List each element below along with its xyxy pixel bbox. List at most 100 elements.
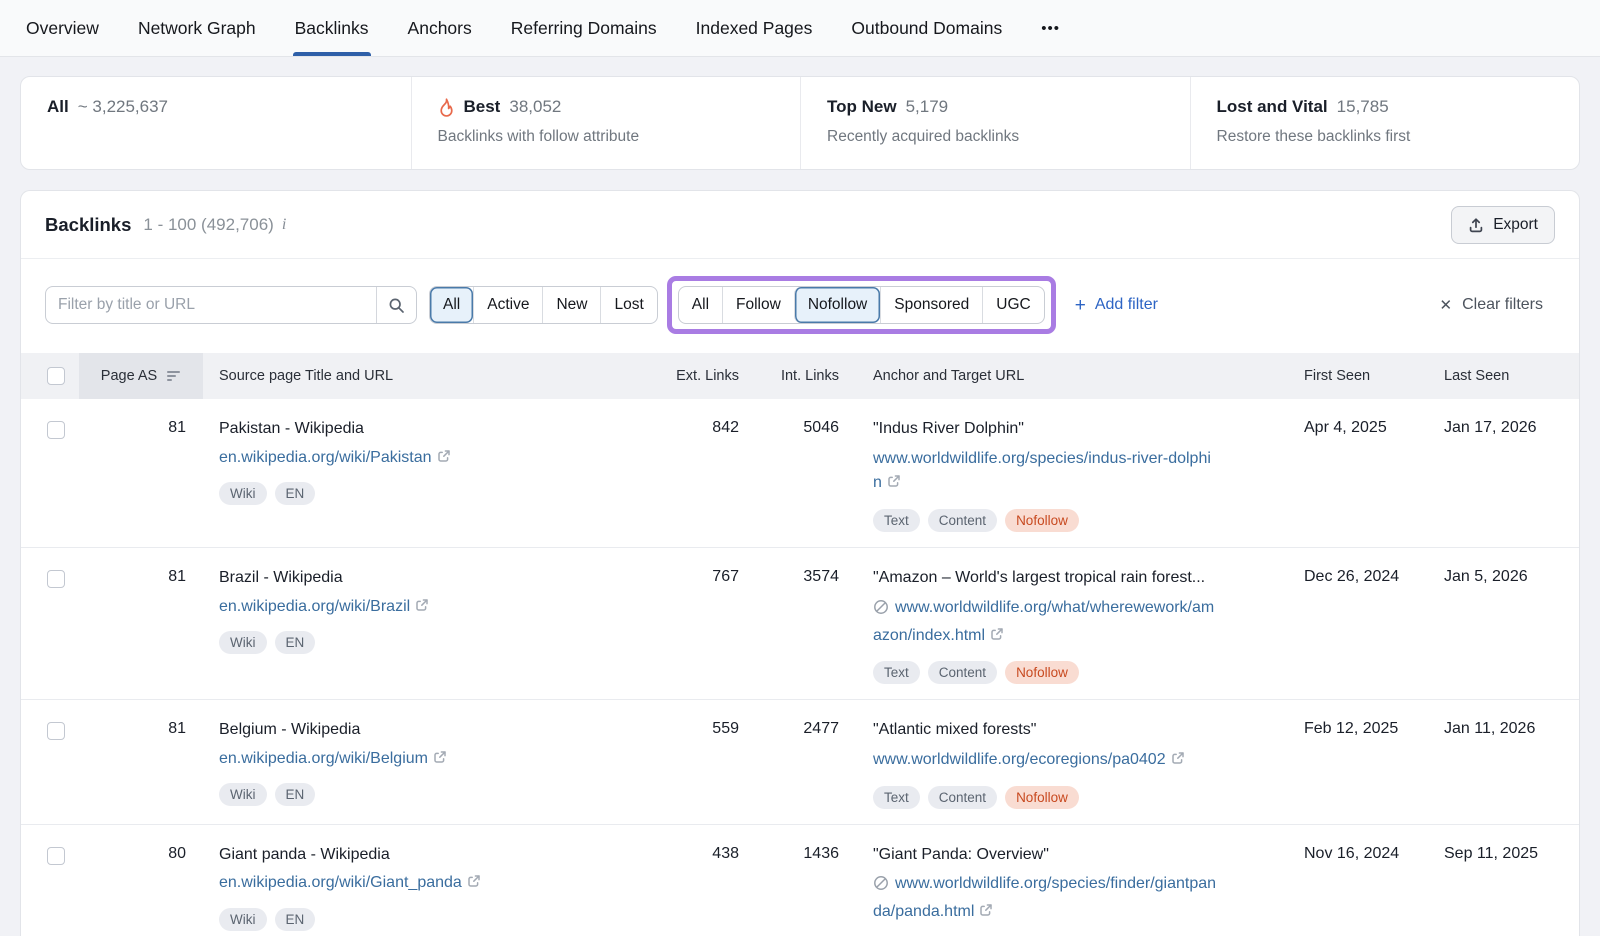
follow-filter-ugc[interactable]: UGC <box>982 287 1043 323</box>
source-url-link[interactable]: en.wikipedia.org/wiki/Giant_panda <box>219 874 462 891</box>
source-page-title: Belgium - Wikipedia <box>219 719 631 741</box>
add-filter-label: Add filter <box>1095 296 1158 314</box>
flame-icon <box>438 98 455 117</box>
table-row: 81 Pakistan - Wikipedia en.wikipedia.org… <box>21 399 1579 548</box>
search-button[interactable] <box>376 287 416 323</box>
status-filter-new[interactable]: New <box>542 287 600 323</box>
target-url-link[interactable]: www.worldwildlife.org/species/finder/gia… <box>873 875 1216 920</box>
nofollow-badge: Nofollow <box>1005 786 1079 809</box>
target-url-link[interactable]: www.worldwildlife.org/species/indus-rive… <box>873 450 1211 492</box>
ext-links-value: 559 <box>655 719 739 738</box>
int-links-value: 3574 <box>739 567 839 586</box>
row-checkbox[interactable] <box>47 570 65 588</box>
column-first-seen[interactable]: First Seen <box>1271 353 1411 399</box>
source-tag: EN <box>275 783 316 806</box>
follow-filter-all[interactable]: All <box>679 287 722 323</box>
nofollow-badge: Nofollow <box>1005 661 1079 684</box>
card-value: 38,052 <box>509 97 561 117</box>
upload-icon <box>1468 217 1484 233</box>
link-type-tag: Content <box>928 786 997 809</box>
source-url-link[interactable]: en.wikipedia.org/wiki/Brazil <box>219 598 410 615</box>
source-page-title: Giant panda - Wikipedia <box>219 844 631 866</box>
card-subtitle: Backlinks with follow attribute <box>438 128 775 146</box>
search-icon <box>388 297 405 314</box>
nofollow-slash-icon <box>873 875 889 900</box>
card-top-new[interactable]: Top New 5,179 Recently acquired backlink… <box>800 77 1190 169</box>
info-icon[interactable]: i <box>282 216 286 234</box>
tab-backlinks[interactable]: Backlinks <box>295 0 369 56</box>
external-link-icon <box>887 472 901 497</box>
column-ext-links[interactable]: Ext. Links <box>655 353 739 399</box>
column-int-links[interactable]: Int. Links <box>739 353 839 399</box>
highlight-box: All Follow Nofollow Sponsored UGC <box>667 276 1056 334</box>
row-checkbox[interactable] <box>47 722 65 740</box>
last-seen-value: Jan 17, 2026 <box>1411 418 1579 437</box>
page-as-value: 81 <box>79 567 203 586</box>
last-seen-value: Jan 11, 2026 <box>1411 719 1579 738</box>
target-url-link[interactable]: www.worldwildlife.org/ecoregions/pa0402 <box>873 751 1166 768</box>
tab-anchors[interactable]: Anchors <box>408 0 472 56</box>
table-row: 81 Brazil - Wikipedia en.wikipedia.org/w… <box>21 548 1579 700</box>
table-header: Page AS Source page Title and URL Ext. L… <box>21 353 1579 399</box>
follow-filter-sponsored[interactable]: Sponsored <box>880 287 982 323</box>
column-anchor[interactable]: Anchor and Target URL <box>839 353 1271 399</box>
sort-descending-icon <box>166 370 181 382</box>
int-links-value: 2477 <box>739 719 839 738</box>
first-seen-value: Dec 26, 2024 <box>1271 567 1411 586</box>
clear-filters-label: Clear filters <box>1462 296 1543 314</box>
table-row: 80 Giant panda - Wikipedia en.wikipedia.… <box>21 825 1579 936</box>
search-input[interactable] <box>46 287 376 323</box>
nofollow-slash-icon <box>873 599 889 624</box>
source-page-title: Pakistan - Wikipedia <box>219 418 631 440</box>
result-range: 1 - 100 (492,706) <box>143 215 273 235</box>
panel-header: Backlinks 1 - 100 (492,706) i Export <box>21 191 1579 258</box>
status-filter-all[interactable]: All <box>430 287 473 323</box>
add-filter-button[interactable]: + Add filter <box>1075 296 1158 315</box>
status-filter-active[interactable]: Active <box>473 287 542 323</box>
card-best[interactable]: Best 38,052 Backlinks with follow attrib… <box>411 77 801 169</box>
column-source[interactable]: Source page Title and URL <box>203 353 655 399</box>
tab-referring-domains[interactable]: Referring Domains <box>511 0 657 56</box>
last-seen-value: Jan 5, 2026 <box>1411 567 1579 586</box>
column-page-as[interactable]: Page AS <box>79 353 203 399</box>
search-box <box>45 286 417 324</box>
table-row: 81 Belgium - Wikipedia en.wikipedia.org/… <box>21 700 1579 824</box>
card-lost-and-vital[interactable]: Lost and Vital 15,785 Restore these back… <box>1190 77 1580 169</box>
status-filter-group: All Active New Lost <box>429 286 658 324</box>
target-url-link[interactable]: www.worldwildlife.org/what/wherewework/a… <box>873 599 1214 644</box>
tab-outbound-domains[interactable]: Outbound Domains <box>851 0 1002 56</box>
ext-links-value: 842 <box>655 418 739 437</box>
export-button[interactable]: Export <box>1451 206 1555 244</box>
card-all[interactable]: All ~ 3,225,637 <box>21 77 411 169</box>
first-seen-value: Feb 12, 2025 <box>1271 719 1411 738</box>
column-last-seen[interactable]: Last Seen <box>1411 353 1579 399</box>
select-all-checkbox[interactable] <box>47 367 65 385</box>
table-body: 81 Pakistan - Wikipedia en.wikipedia.org… <box>21 399 1579 936</box>
row-checkbox[interactable] <box>47 847 65 865</box>
link-type-tag: Text <box>873 509 920 532</box>
tab-overview[interactable]: Overview <box>26 0 99 56</box>
plus-icon: + <box>1075 296 1086 315</box>
follow-filter-follow[interactable]: Follow <box>722 287 794 323</box>
anchor-text: "Indus River Dolphin" <box>873 418 1241 440</box>
backlinks-report-screen: Overview Network Graph Backlinks Anchors… <box>0 0 1600 936</box>
panel-title: Backlinks <box>45 214 131 236</box>
clear-filters-button[interactable]: ✕ Clear filters <box>1440 296 1555 314</box>
source-tag: Wiki <box>219 783 267 806</box>
follow-filter-nofollow[interactable]: Nofollow <box>794 287 880 323</box>
column-label: Page AS <box>101 368 157 384</box>
source-page-title: Brazil - Wikipedia <box>219 567 631 589</box>
source-tag: EN <box>275 631 316 654</box>
external-link-icon <box>979 901 993 926</box>
card-title: Lost and Vital <box>1217 97 1328 117</box>
source-url-link[interactable]: en.wikipedia.org/wiki/Pakistan <box>219 449 432 466</box>
tab-network-graph[interactable]: Network Graph <box>138 0 256 56</box>
more-tabs-icon[interactable]: ••• <box>1041 0 1060 56</box>
tab-indexed-pages[interactable]: Indexed Pages <box>696 0 813 56</box>
source-url-link[interactable]: en.wikipedia.org/wiki/Belgium <box>219 750 428 767</box>
card-subtitle: Recently acquired backlinks <box>827 128 1164 146</box>
row-checkbox[interactable] <box>47 421 65 439</box>
anchor-text: "Atlantic mixed forests" <box>873 719 1241 741</box>
card-value: 5,179 <box>906 97 949 117</box>
status-filter-lost[interactable]: Lost <box>600 287 656 323</box>
